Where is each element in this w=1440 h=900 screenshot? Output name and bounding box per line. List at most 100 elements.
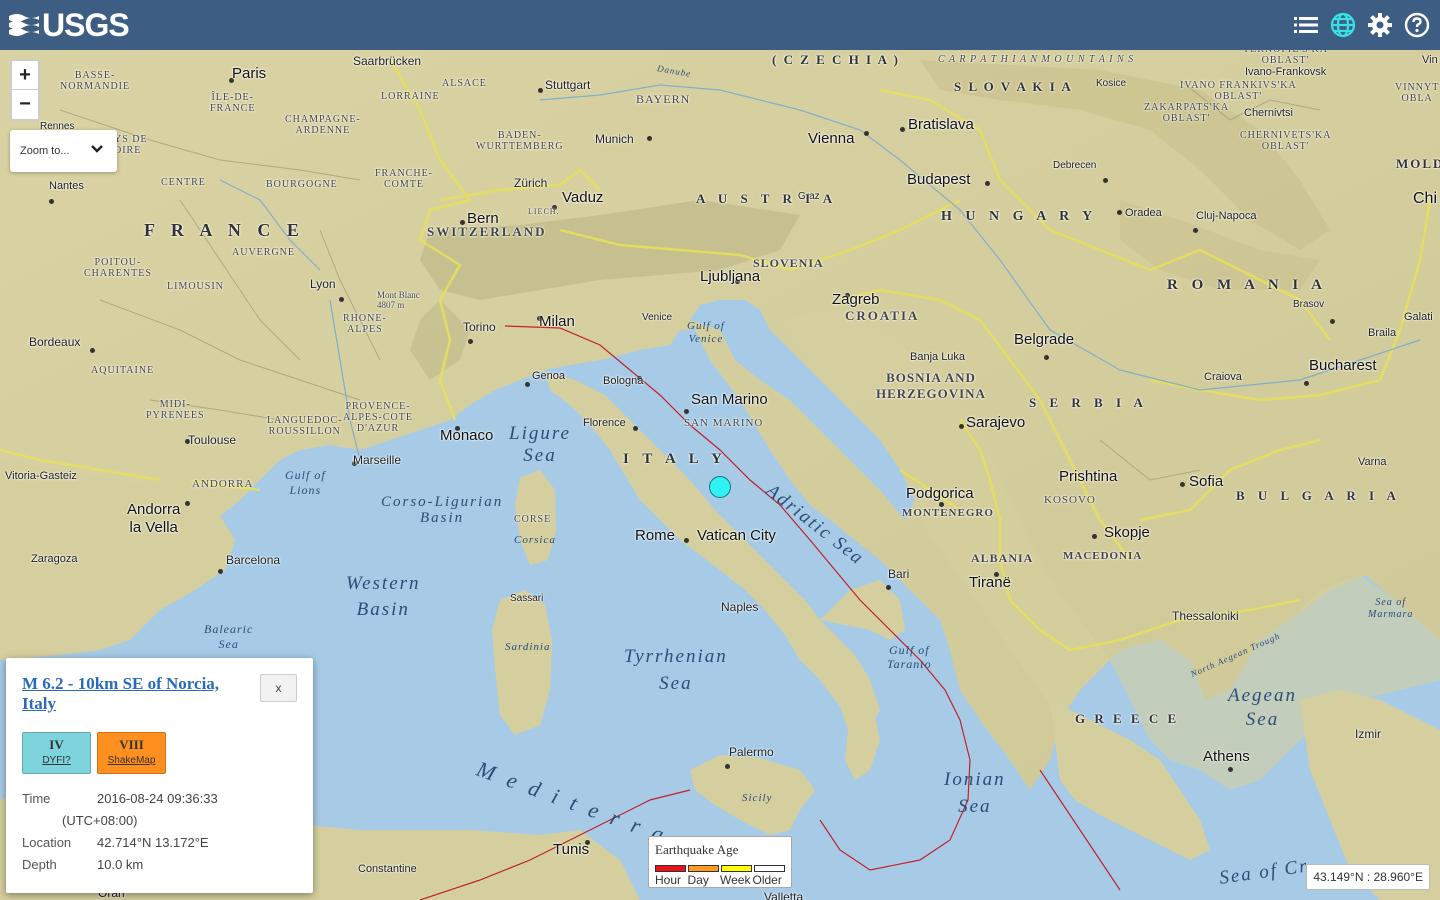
label-champagne: CHAMPAGNE- ARDENNE — [285, 114, 361, 136]
shakemap-label: ShakeMap — [107, 755, 156, 766]
label-austria: A U S T R I A — [696, 191, 838, 206]
help-icon[interactable] — [1403, 11, 1430, 38]
label-palermo: Palermo — [729, 745, 774, 759]
city-dot — [864, 131, 869, 136]
zoom-control: + − — [10, 59, 40, 121]
label-galati: Galati — [1404, 311, 1433, 323]
label-vin: Vin — [1422, 54, 1438, 66]
label-slovenia: SLOVENIA — [753, 256, 824, 270]
usgs-logo[interactable]: USGS — [9, 6, 130, 44]
city-dot — [1180, 482, 1185, 487]
label-saarbrucken: Saarbrücken — [353, 54, 422, 68]
label-skopje: Skopje — [1104, 524, 1150, 541]
city-dot — [525, 382, 530, 387]
label-corsica: Corsica — [514, 534, 556, 546]
zoom-out-button[interactable]: − — [12, 90, 38, 119]
city-dot — [633, 426, 638, 431]
legend-title: Earthquake Age — [655, 842, 739, 857]
city-dot — [1117, 210, 1122, 215]
list-icon[interactable] — [1292, 11, 1319, 38]
label-naples: Naples — [721, 600, 759, 614]
label-serbia: S E R B I A — [1029, 395, 1148, 410]
city-dot — [1092, 534, 1097, 539]
label-poitou: POITOU- CHARENTES — [84, 257, 152, 279]
label-cluj: Cluj-Napoca — [1196, 210, 1257, 222]
popup-close-button[interactable]: x — [260, 674, 297, 702]
label-switzerland: SWITZERLAND — [427, 224, 547, 239]
label-baden: BADEN- WURTTEMBERG — [476, 130, 564, 152]
gear-icon[interactable] — [1366, 11, 1393, 38]
city-dot — [985, 181, 990, 186]
label-chi: Chi — [1413, 190, 1438, 207]
label-albania: ALBANIA — [971, 551, 1034, 565]
logo-text: USGS — [42, 6, 130, 43]
city-dot — [1330, 319, 1335, 324]
label-zakarpats-oblast: ZAKARPATS'KA OBLAST' — [1144, 102, 1230, 124]
earthquake-marker[interactable] — [709, 476, 731, 498]
label-andorra-la-vella: Andorra la Vella — [127, 501, 181, 536]
city-dot — [1304, 381, 1309, 386]
label-centre: CENTRE — [161, 177, 206, 188]
label-sicily: Sicily — [742, 792, 773, 804]
label-ile-de-france: ÎLE-DE- FRANCE — [210, 92, 256, 114]
label-san-marino: San Marino — [691, 391, 768, 408]
label-torino: Torino — [463, 320, 496, 334]
legend-swatch-hour — [655, 865, 686, 872]
city-dot — [1228, 767, 1233, 772]
legend-swatch-week — [721, 865, 752, 872]
label-toulouse: Toulouse — [188, 433, 237, 447]
label-auvergne: AUVERGNE — [232, 247, 295, 258]
label-sea-of-marmara: Sea of Marmara — [1368, 597, 1414, 620]
label-belgrade: Belgrade — [1014, 331, 1075, 348]
label-bourgogne: BOURGOGNE — [266, 179, 338, 190]
label-thessaloniki: Thessaloniki — [1172, 609, 1239, 623]
label-san-marino-country: SAN MARINO — [684, 417, 764, 429]
label-gulf-of-venice: Gulf of Venice — [687, 320, 725, 345]
legend-label-older: Older — [752, 873, 782, 887]
label-zagreb: Zagreb — [832, 291, 880, 308]
label-podgorica: Podgorica — [906, 485, 974, 502]
depth-value: 10.0 km — [97, 857, 144, 872]
city-dot — [647, 136, 652, 141]
time-value: 2016-08-24 09:36:33 — [97, 791, 218, 806]
label-corso-ligurian-basin: Corso-Ligurian Basin — [381, 494, 504, 526]
label-rome: Rome — [635, 527, 676, 544]
globe-icon[interactable] — [1329, 11, 1356, 38]
label-brasov: Brasov — [1293, 299, 1325, 310]
label-bologna: Bologna — [603, 375, 644, 387]
label-braila: Braila — [1368, 327, 1397, 339]
city-dot — [468, 339, 473, 344]
location-value: 42.714°N 13.172°E — [97, 835, 209, 850]
shakemap-badge[interactable]: VIII ShakeMap — [97, 732, 166, 774]
label-bari: Bari — [888, 567, 910, 581]
city-dot — [90, 348, 95, 353]
earthquake-age-legend: Earthquake Age Hour Day Week Older — [648, 836, 792, 888]
label-sardinia: Sardinia — [505, 641, 551, 653]
label-tunis: Tunis — [553, 841, 590, 858]
city-dot — [218, 569, 223, 574]
label-aquitaine: AQUITAINE — [91, 365, 155, 376]
zoom-to-select[interactable]: Zoom to... — [10, 130, 117, 172]
label-bordeaux: Bordeaux — [29, 335, 81, 349]
label-greece: G R E E C E — [1075, 711, 1180, 726]
label-tyrrhenian-sea: Tyrrhenian Sea — [624, 646, 728, 694]
dyfi-badge[interactable]: IV DYFI? — [22, 732, 91, 774]
label-italy: I T A L Y — [623, 451, 727, 467]
label-chernivets-oblast: CHERNIVETS'KA OBLAST' — [1240, 130, 1332, 152]
label-pays-de-loire: YS DE OIRE — [114, 134, 148, 156]
legend-swatch-day — [688, 865, 719, 872]
earthquake-popup: M 6.2 - 10km SE of Norcia, Italy x IV DY… — [6, 658, 313, 893]
label-varna: Varna — [1358, 456, 1387, 468]
usgs-wave-icon — [9, 14, 39, 36]
label-carpathian-mountains: C A R P A T H I A N M O U N T A I N S — [938, 54, 1135, 65]
legend-label-hour: Hour — [655, 873, 682, 887]
label-lorraine: LORRAINE — [381, 91, 440, 102]
label-romania: R O M A N I A — [1167, 277, 1328, 293]
label-france: F R A N C E — [144, 220, 305, 240]
label-rhone-alpes: RHONE- ALPES — [343, 313, 387, 335]
label-bulgaria: B U L G A R I A — [1236, 488, 1401, 503]
earthquake-title-link[interactable]: M 6.2 - 10km SE of Norcia, Italy — [22, 674, 247, 714]
label-stuttgart: Stuttgart — [545, 78, 591, 92]
zoom-in-button[interactable]: + — [12, 61, 38, 90]
city-dot — [185, 501, 190, 506]
